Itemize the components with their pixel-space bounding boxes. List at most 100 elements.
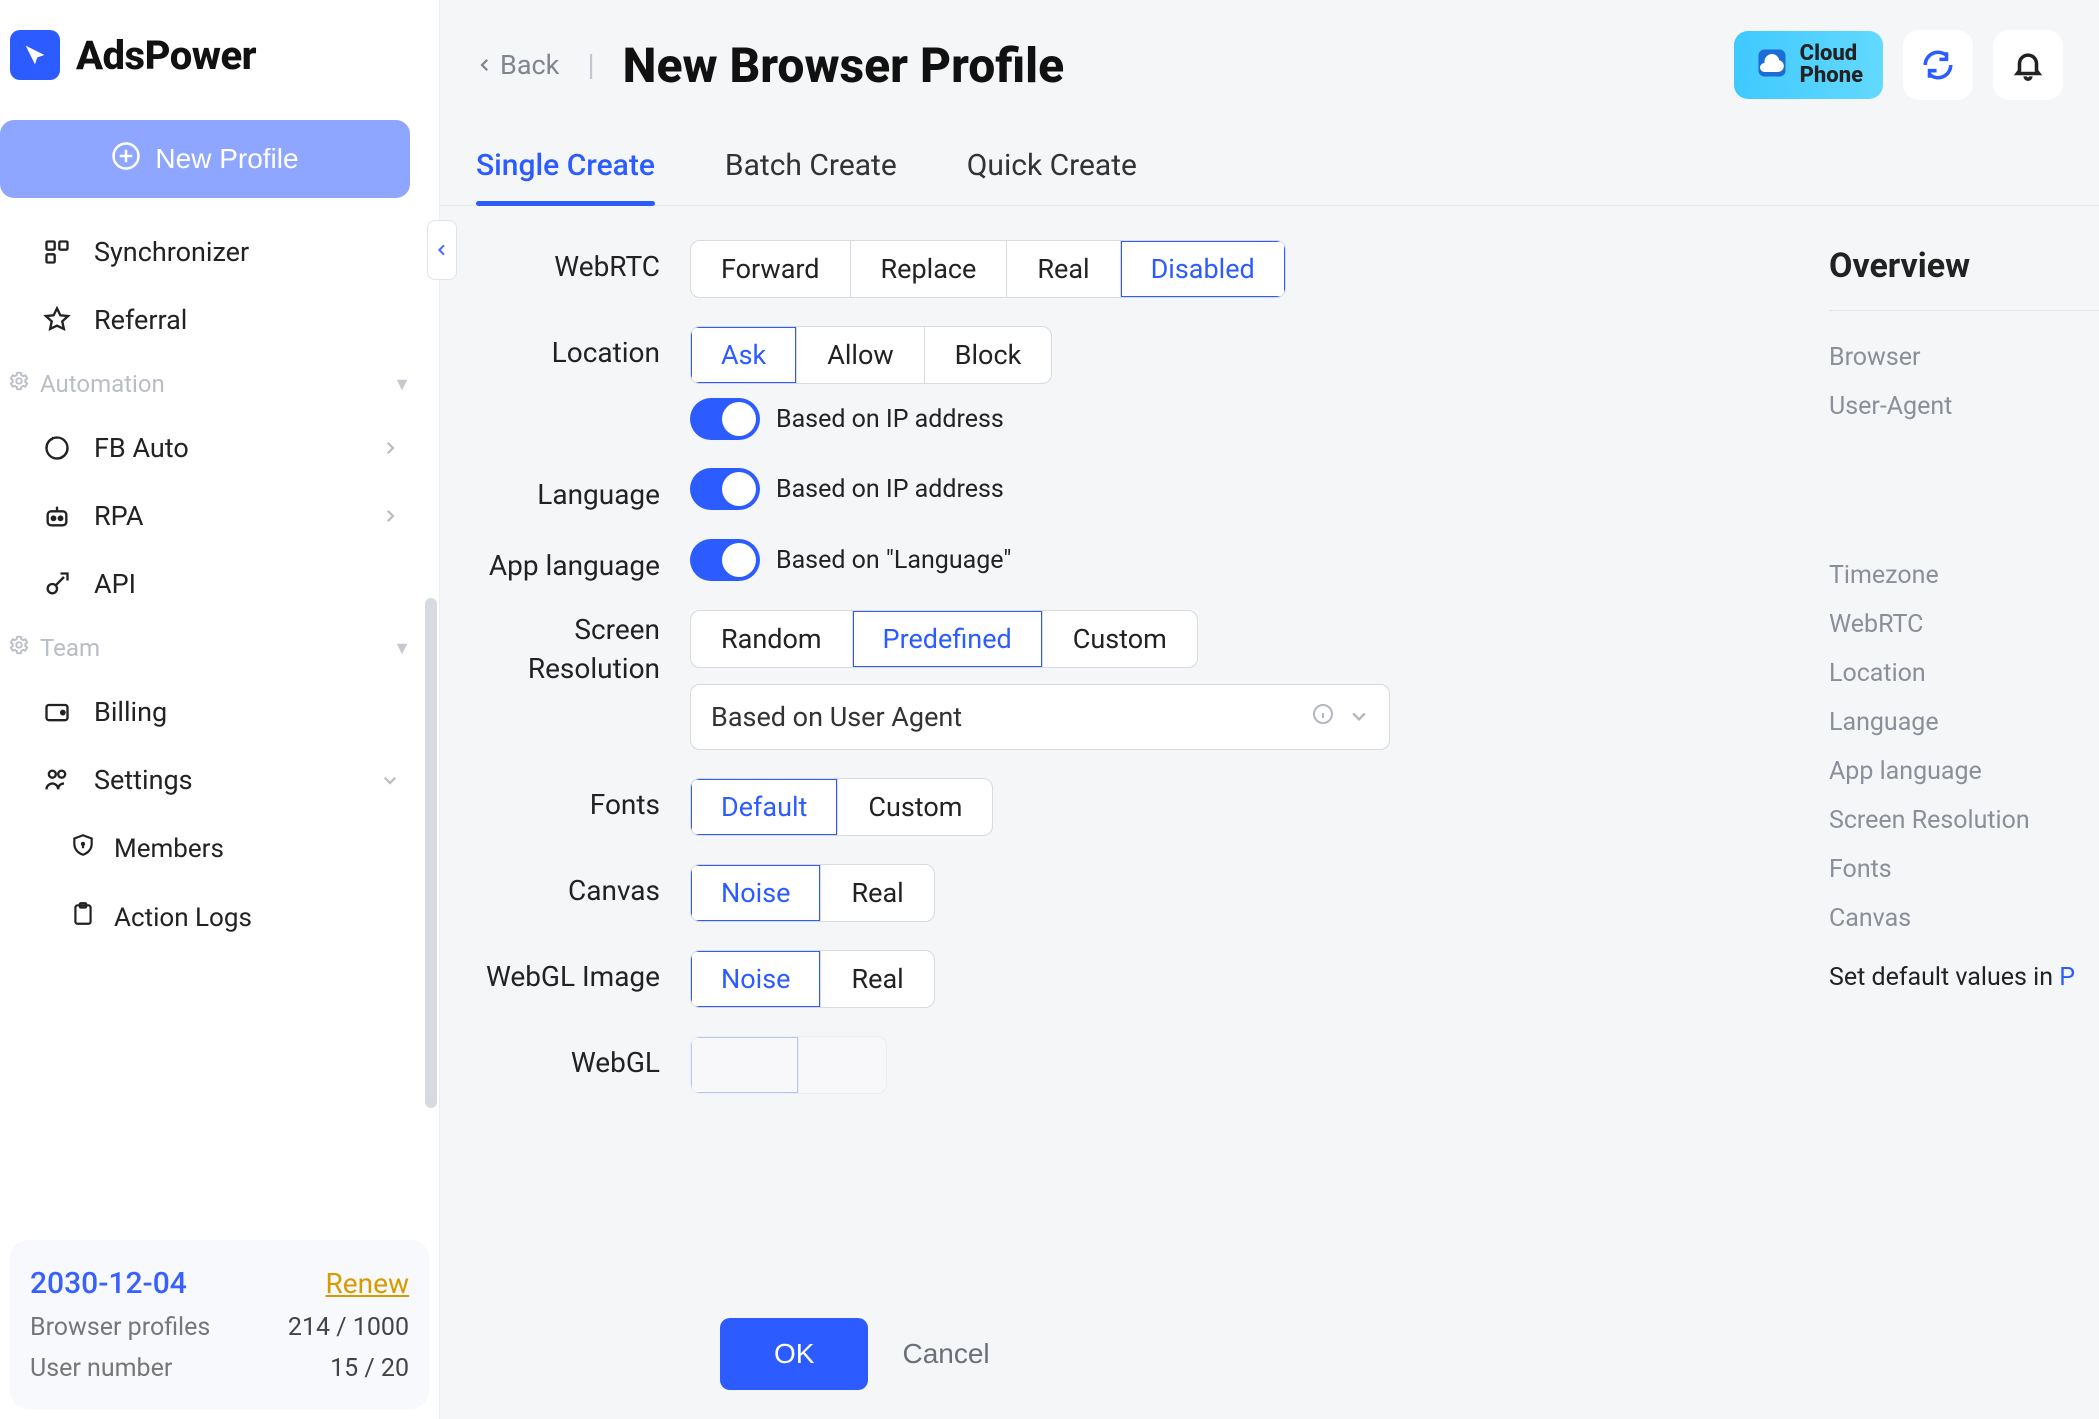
app-language-toggle[interactable] bbox=[690, 539, 760, 581]
footer-profiles-label: Browser profiles bbox=[30, 1313, 210, 1342]
tab-batch-create[interactable]: Batch Create bbox=[725, 130, 897, 205]
back-button[interactable]: Back bbox=[476, 49, 559, 81]
sidebar-item-settings[interactable]: Settings bbox=[0, 746, 439, 814]
sidebar-item-rpa[interactable]: RPA bbox=[0, 482, 439, 550]
screenres-predefined[interactable]: Predefined bbox=[853, 611, 1043, 667]
webrtc-disabled[interactable]: Disabled bbox=[1121, 241, 1285, 297]
overview-user-agent[interactable]: User-Agent bbox=[1829, 382, 2099, 431]
overview-heading: Overview bbox=[1829, 246, 2099, 286]
webgl-image-noise[interactable]: Noise bbox=[691, 951, 821, 1007]
location-block[interactable]: Block bbox=[925, 327, 1052, 383]
fonts-default[interactable]: Default bbox=[691, 779, 838, 835]
overview-location[interactable]: Location bbox=[1829, 649, 2099, 698]
plus-circle-icon bbox=[111, 141, 141, 178]
screenres-select[interactable]: Based on User Agent bbox=[690, 684, 1390, 750]
overview-panel: Overview Browser User-Agent Timezone Web… bbox=[1819, 206, 2099, 1419]
main: Back | New Browser Profile CloudPhone bbox=[440, 0, 2099, 1419]
chevron-right-icon bbox=[381, 432, 399, 464]
section-automation[interactable]: Automation ▼ bbox=[0, 354, 439, 414]
location-options: Ask Allow Block bbox=[690, 326, 1052, 384]
screenres-custom[interactable]: Custom bbox=[1043, 611, 1197, 667]
new-profile-button[interactable]: New Profile bbox=[0, 120, 410, 198]
cloud-phone-icon bbox=[1754, 45, 1790, 86]
section-team[interactable]: Team ▼ bbox=[0, 618, 439, 678]
chevron-right-icon bbox=[381, 500, 399, 532]
new-profile-label: New Profile bbox=[155, 143, 298, 175]
renew-link[interactable]: Renew bbox=[326, 1267, 409, 1300]
overview-footer-link[interactable]: P bbox=[2059, 963, 2075, 992]
canvas-real[interactable]: Real bbox=[821, 865, 933, 921]
shield-icon bbox=[70, 832, 96, 865]
robot-icon bbox=[40, 502, 74, 530]
webgl-opt-a[interactable] bbox=[691, 1037, 799, 1093]
synchronizer-icon bbox=[40, 238, 74, 266]
sidebar-item-synchronizer[interactable]: Synchronizer bbox=[0, 218, 439, 286]
notifications-button[interactable] bbox=[1993, 30, 2063, 100]
location-allow[interactable]: Allow bbox=[797, 327, 924, 383]
info-icon bbox=[1311, 701, 1335, 733]
overview-browser[interactable]: Browser bbox=[1829, 333, 2099, 382]
sidebar-collapse-button[interactable] bbox=[427, 220, 457, 280]
location-ip-toggle[interactable] bbox=[690, 398, 760, 440]
tab-single-create[interactable]: Single Create bbox=[476, 130, 655, 205]
overview-canvas[interactable]: Canvas bbox=[1829, 894, 2099, 943]
sidebar-item-action-logs[interactable]: Action Logs bbox=[0, 883, 439, 952]
fonts-custom[interactable]: Custom bbox=[838, 779, 992, 835]
overview-footer: Set default values in P bbox=[1829, 943, 2099, 992]
section-label: Automation bbox=[40, 370, 165, 398]
footer-users-value: 15 / 20 bbox=[330, 1354, 409, 1383]
sidebar-item-label: Billing bbox=[94, 696, 167, 728]
label-canvas: Canvas bbox=[470, 864, 690, 907]
chevron-down-icon bbox=[1349, 701, 1369, 733]
sidebar-item-referral[interactable]: Referral bbox=[0, 286, 439, 354]
label-fonts: Fonts bbox=[470, 778, 690, 821]
cancel-button[interactable]: Cancel bbox=[902, 1338, 989, 1370]
star-icon bbox=[40, 306, 74, 334]
label-screen-resolution: Screen Resolution bbox=[470, 610, 690, 688]
screenres-random[interactable]: Random bbox=[691, 611, 853, 667]
footer-users-label: User number bbox=[30, 1354, 172, 1383]
form: WebRTC Forward Replace Real Disabled Loc… bbox=[440, 206, 1819, 1419]
tab-quick-create[interactable]: Quick Create bbox=[967, 130, 1137, 205]
cloud-phone-button[interactable]: CloudPhone bbox=[1734, 31, 1883, 99]
location-ask[interactable]: Ask bbox=[691, 327, 797, 383]
overview-screenres[interactable]: Screen Resolution bbox=[1829, 796, 2099, 845]
sidebar-item-billing[interactable]: Billing bbox=[0, 678, 439, 746]
label-app-language: App language bbox=[470, 539, 690, 582]
label-webgl: WebGL bbox=[470, 1036, 690, 1079]
overview-webrtc[interactable]: WebRTC bbox=[1829, 600, 2099, 649]
canvas-noise[interactable]: Noise bbox=[691, 865, 821, 921]
screenres-select-value: Based on User Agent bbox=[711, 701, 962, 733]
label-webrtc: WebRTC bbox=[470, 240, 690, 283]
sidebar-item-label: FB Auto bbox=[94, 432, 189, 464]
webrtc-replace[interactable]: Replace bbox=[851, 241, 1008, 297]
overview-timezone[interactable]: Timezone bbox=[1829, 551, 2099, 600]
webgl-opt-b[interactable] bbox=[799, 1037, 886, 1093]
sidebar-footer: 2030-12-04 Renew Browser profiles 214 / … bbox=[10, 1240, 429, 1409]
language-ip-toggle[interactable] bbox=[690, 468, 760, 510]
webrtc-real[interactable]: Real bbox=[1007, 241, 1120, 297]
sidebar-item-members[interactable]: Members bbox=[0, 814, 439, 883]
overview-fonts[interactable]: Fonts bbox=[1829, 845, 2099, 894]
label-language: Language bbox=[470, 468, 690, 511]
webrtc-forward[interactable]: Forward bbox=[691, 241, 851, 297]
footer-actions: OK Cancel bbox=[440, 1289, 1819, 1419]
webgl-image-real[interactable]: Real bbox=[821, 951, 933, 1007]
sidebar-scrollbar[interactable] bbox=[425, 218, 437, 1230]
sidebar-item-fb-auto[interactable]: FB Auto bbox=[0, 414, 439, 482]
cloud-phone-label: CloudPhone bbox=[1800, 43, 1863, 87]
overview-app-language[interactable]: App language bbox=[1829, 747, 2099, 796]
screenres-options: Random Predefined Custom bbox=[690, 610, 1198, 668]
overview-language[interactable]: Language bbox=[1829, 698, 2099, 747]
canvas-options: Noise Real bbox=[690, 864, 935, 922]
sidebar-nav: Synchronizer Referral Automation ▼ bbox=[0, 218, 439, 1230]
section-label: Team bbox=[40, 634, 100, 662]
sidebar-item-api[interactable]: API bbox=[0, 550, 439, 618]
settings-icon bbox=[40, 766, 74, 794]
refresh-button[interactable] bbox=[1903, 30, 1973, 100]
ok-button[interactable]: OK bbox=[720, 1318, 868, 1390]
gear-icon bbox=[8, 370, 30, 398]
tabs: Single Create Batch Create Quick Create bbox=[440, 130, 2099, 206]
sidebar-item-label: Referral bbox=[94, 304, 187, 336]
page-title: New Browser Profile bbox=[623, 37, 1065, 94]
